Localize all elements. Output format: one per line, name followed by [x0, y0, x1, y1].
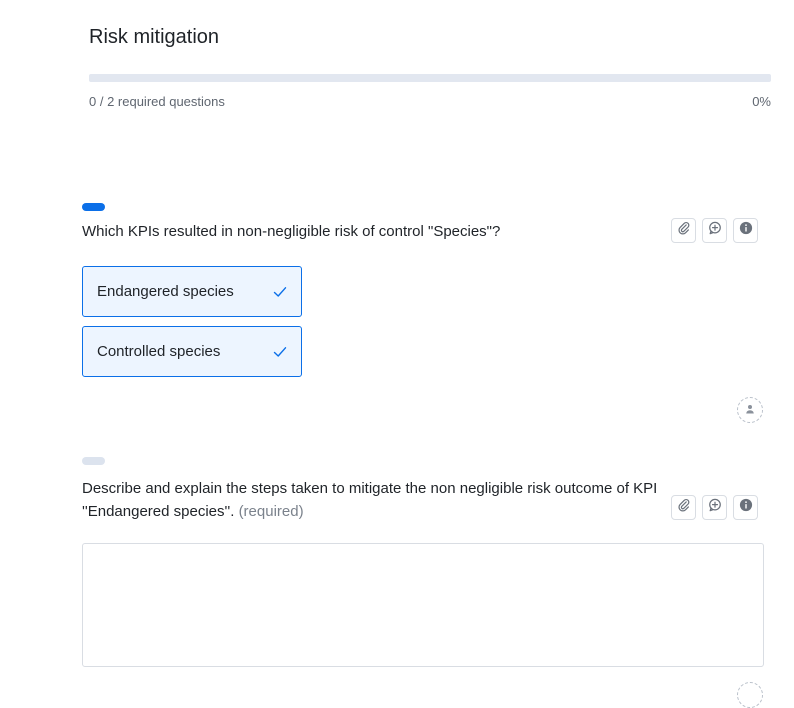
- option-controlled-species[interactable]: Controlled species: [82, 326, 302, 377]
- attach-button[interactable]: [671, 495, 696, 520]
- info-button[interactable]: [733, 495, 758, 520]
- attach-button[interactable]: [671, 218, 696, 243]
- question-2-actions: [671, 495, 758, 520]
- add-comment-button[interactable]: [702, 218, 727, 243]
- comment-plus-icon: [708, 498, 722, 517]
- progress-percent: 0%: [752, 94, 771, 109]
- paperclip-icon: [677, 221, 691, 240]
- paperclip-icon: [677, 498, 691, 517]
- info-button[interactable]: [733, 218, 758, 243]
- progress-label: 0 / 2 required questions: [89, 94, 225, 109]
- question-2-label: Describe and explain the steps taken to …: [82, 480, 658, 520]
- add-comment-button[interactable]: [702, 495, 727, 520]
- user-icon: [745, 401, 755, 419]
- info-icon: [739, 221, 753, 240]
- option-label: Controlled species: [97, 343, 221, 360]
- question-2-text: Describe and explain the steps taken to …: [82, 477, 662, 523]
- required-label: (required): [238, 503, 304, 520]
- question-indicator-inactive: [82, 457, 105, 465]
- progress-bar: [89, 74, 771, 82]
- question-1-actions: [671, 218, 758, 243]
- option-label: Endangered species: [97, 283, 234, 300]
- check-icon: [273, 345, 287, 359]
- comment-plus-icon: [708, 221, 722, 240]
- option-endangered-species[interactable]: Endangered species: [82, 266, 302, 317]
- question-indicator-active: [82, 203, 105, 211]
- section-title: Risk mitigation: [89, 26, 220, 48]
- info-icon: [739, 498, 753, 517]
- assign-user-button-2[interactable]: [737, 682, 763, 708]
- check-icon: [273, 285, 287, 299]
- answer-textarea[interactable]: [82, 543, 764, 667]
- assign-user-button[interactable]: [737, 397, 763, 423]
- question-1-text: Which KPIs resulted in non-negligible ri…: [82, 223, 501, 240]
